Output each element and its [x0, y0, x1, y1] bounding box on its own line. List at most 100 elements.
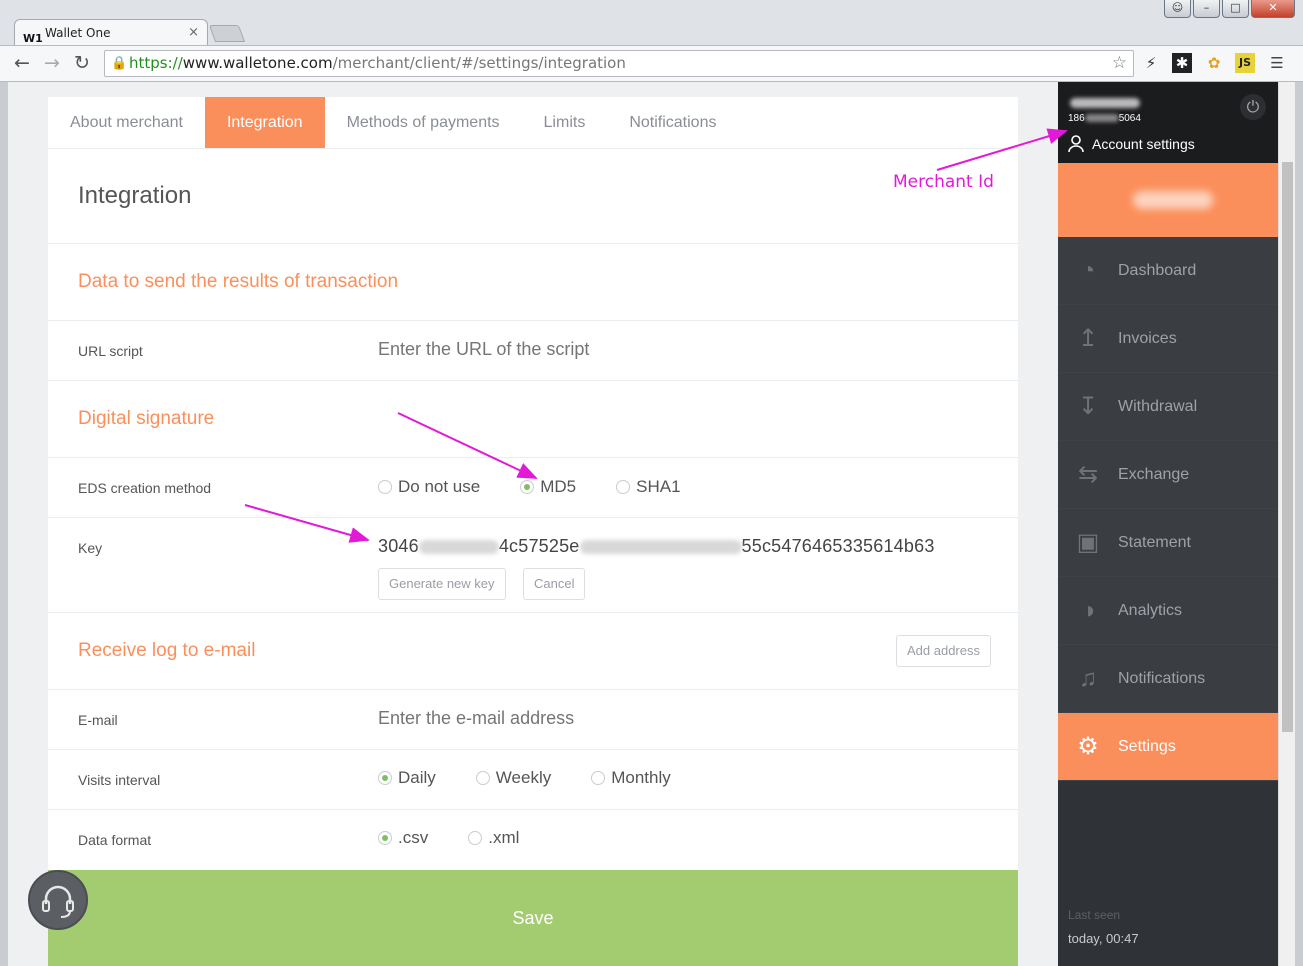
sidebar-item-settings[interactable]: ⚙ Settings	[1058, 713, 1278, 781]
menu-icon[interactable]: ☰	[1267, 53, 1287, 73]
asterisk-extension-icon[interactable]: ✱	[1172, 53, 1192, 73]
add-address-button[interactable]: Add address	[896, 635, 991, 667]
visits-option-monthly[interactable]: Monthly	[591, 768, 671, 788]
radio-circle-selected[interactable]	[520, 480, 535, 494]
browser-chrome: ☺ – □ ✕ W1 Wallet One × ← → ↻ 🔒 https://…	[0, 0, 1303, 82]
maximize-button[interactable]: □	[1222, 0, 1249, 18]
sidebar-item-withdrawal[interactable]: ↧ Withdrawal	[1058, 373, 1278, 441]
sidebar-item-label: Statement	[1118, 533, 1191, 551]
key-part-2: 4c57525e	[498, 536, 580, 556]
last-seen-value: today, 00:47	[1068, 931, 1139, 946]
tab-title: Wallet One	[45, 26, 111, 40]
visits-option-label: Daily	[398, 768, 436, 787]
key-redaction	[579, 540, 742, 555]
radio-circle-selected[interactable]	[378, 831, 392, 845]
visits-row: Visits interval Daily Weekly Monthly	[48, 750, 1018, 810]
radio-circle-selected[interactable]	[378, 771, 392, 785]
reload-icon[interactable]: ↻	[74, 52, 90, 74]
tab-integration[interactable]: Integration	[204, 97, 325, 148]
pie-chart-icon: ◑	[1080, 596, 1096, 624]
title-row: Integration	[48, 150, 1018, 244]
transaction-section-title: Data to send the results of transaction	[78, 271, 399, 292]
headset-icon	[42, 885, 74, 918]
email-label: E-mail	[78, 712, 118, 728]
account-panel: 186 5064 ⏻ Account settings	[1058, 82, 1278, 163]
page-viewport: About merchant Integration Methods of pa…	[8, 82, 1295, 966]
radio-circle[interactable]	[616, 480, 631, 494]
eds-option-label: Do not use	[398, 477, 481, 496]
sidebar-item-exchange[interactable]: ⇆ Exchange	[1058, 441, 1278, 509]
visits-option-daily[interactable]: Daily	[378, 768, 436, 788]
log-section-row: Receive log to e-mail Add address	[48, 613, 1018, 690]
gear-icon: ⚙	[1077, 733, 1099, 760]
account-settings-link[interactable]: Account settings	[1068, 135, 1195, 153]
window-controls: ☺ – □ ✕	[1164, 0, 1295, 18]
eds-option-md5[interactable]: MD5	[520, 477, 576, 497]
eds-row: EDS creation method Do not use MD5 SHA1	[48, 458, 1018, 518]
exchange-arrows-icon: ⇆	[1077, 461, 1099, 488]
sidebar-item-dashboard[interactable]: ◔ Dashboard	[1058, 237, 1278, 305]
account-name-redaction	[1070, 98, 1140, 108]
visits-option-label: Monthly	[611, 768, 671, 787]
eds-option-label: MD5	[540, 477, 577, 496]
eds-option-label: SHA1	[636, 477, 681, 496]
bookmark-star-icon[interactable]: ☆	[1112, 51, 1127, 76]
visits-option-weekly[interactable]: Weekly	[475, 768, 551, 788]
power-icon[interactable]: ⏻	[1240, 94, 1266, 120]
forward-icon[interactable]: →	[44, 52, 60, 74]
format-row: Data format .csv .xml	[48, 810, 1018, 870]
sidebar-item-label: Exchange	[1118, 465, 1190, 483]
sidebar-item-label: Dashboard	[1118, 261, 1197, 279]
format-option-label: .csv	[398, 828, 429, 847]
key-part-1: 3046	[378, 536, 419, 556]
eds-option-do-not-use[interactable]: Do not use	[378, 477, 480, 497]
tab-about-merchant[interactable]: About merchant	[48, 97, 205, 148]
sidebar-item-statement[interactable]: ▣ Statement	[1058, 509, 1278, 577]
transaction-section-row: Data to send the results of transaction	[48, 244, 1018, 321]
tab-methods-of-payments[interactable]: Methods of payments	[325, 97, 522, 148]
radio-circle[interactable]	[591, 771, 606, 785]
sidebar-item-invoices[interactable]: ↥ Invoices	[1058, 305, 1278, 373]
page-scrollbar[interactable]	[1278, 82, 1295, 966]
url-script-input[interactable]	[378, 339, 978, 360]
sidebar-item-analytics[interactable]: ◑ Analytics	[1058, 577, 1278, 645]
format-option-csv[interactable]: .csv	[378, 828, 428, 848]
browser-tab[interactable]: W1 Wallet One ×	[14, 19, 208, 46]
user-icon[interactable]: ☺	[1164, 0, 1191, 18]
cancel-key-button[interactable]: Cancel	[523, 568, 586, 600]
key-part-3: 55c5476465335614b63	[741, 536, 935, 556]
merchant-id-start: 186	[1068, 113, 1085, 124]
support-chat-button[interactable]	[28, 870, 88, 930]
minimize-button[interactable]: –	[1193, 0, 1220, 18]
eds-option-sha1[interactable]: SHA1	[616, 477, 681, 497]
flower-extension-icon[interactable]: ✿	[1204, 53, 1224, 73]
inbox-tray-icon: ▣	[1076, 529, 1100, 556]
js-extension-icon[interactable]: JS	[1235, 53, 1255, 73]
key-label: Key	[78, 540, 103, 556]
tab-notifications[interactable]: Notifications	[607, 97, 738, 148]
lightning-extension-icon[interactable]: ⚡	[1141, 53, 1161, 73]
close-window-button[interactable]: ✕	[1251, 0, 1295, 18]
log-section-title: Receive log to e-mail	[78, 640, 256, 661]
sidebar-item-label: Settings	[1118, 737, 1176, 755]
save-button[interactable]: Save	[48, 870, 1018, 966]
scrollbar-thumb[interactable]	[1282, 162, 1293, 732]
radio-circle[interactable]	[378, 480, 392, 494]
sidebar: 186 5064 ⏻ Account settings ◔ Dashboard ↥ I…	[1058, 82, 1278, 966]
tab-limits[interactable]: Limits	[522, 97, 608, 148]
tab-close-icon[interactable]: ×	[188, 20, 199, 46]
url-scheme: https://	[129, 54, 183, 72]
visits-radio-group: Daily Weekly Monthly	[378, 768, 671, 788]
back-icon[interactable]: ←	[14, 52, 30, 74]
sidebar-item-notifications[interactable]: ♫ Notifications	[1058, 645, 1278, 713]
email-input[interactable]	[378, 708, 978, 729]
radio-circle[interactable]	[468, 831, 483, 845]
address-bar[interactable]: 🔒 https://www.walletone.com/merchant/cli…	[104, 50, 1134, 77]
signature-section-title: Digital signature	[78, 408, 215, 429]
radio-circle[interactable]	[475, 771, 490, 785]
new-tab-button[interactable]	[208, 25, 246, 42]
url-path: /merchant/client/#/settings/integration	[332, 54, 626, 72]
eds-label: EDS creation method	[78, 480, 212, 496]
format-option-xml[interactable]: .xml	[468, 828, 519, 848]
generate-new-key-button[interactable]: Generate new key	[378, 568, 506, 600]
